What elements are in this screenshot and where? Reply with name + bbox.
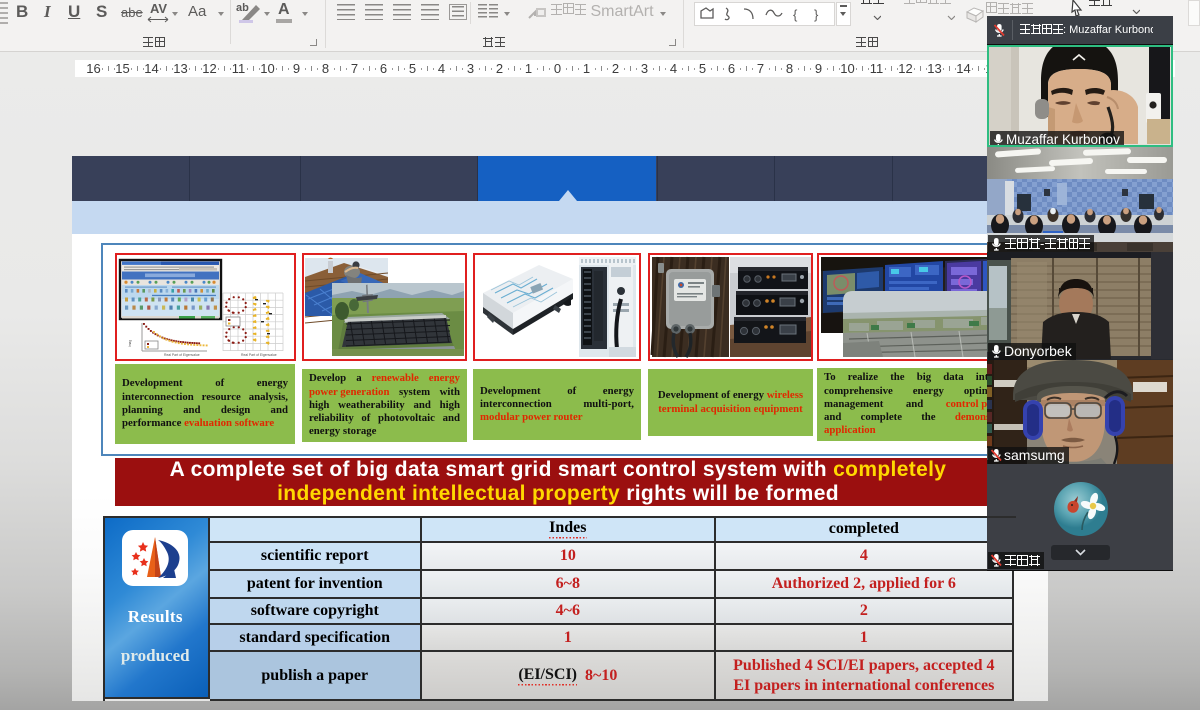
svg-text:Real Part of Eigenvalue: Real Part of Eigenvalue <box>241 353 277 357</box>
svg-text:Real Part of Eigenvalue: Real Part of Eigenvalue <box>164 353 200 357</box>
svg-text:}: } <box>814 7 819 22</box>
svg-text:Imag: Imag <box>128 340 132 347</box>
svg-text:{: { <box>793 7 798 22</box>
svg-text:ab: ab <box>236 2 249 14</box>
